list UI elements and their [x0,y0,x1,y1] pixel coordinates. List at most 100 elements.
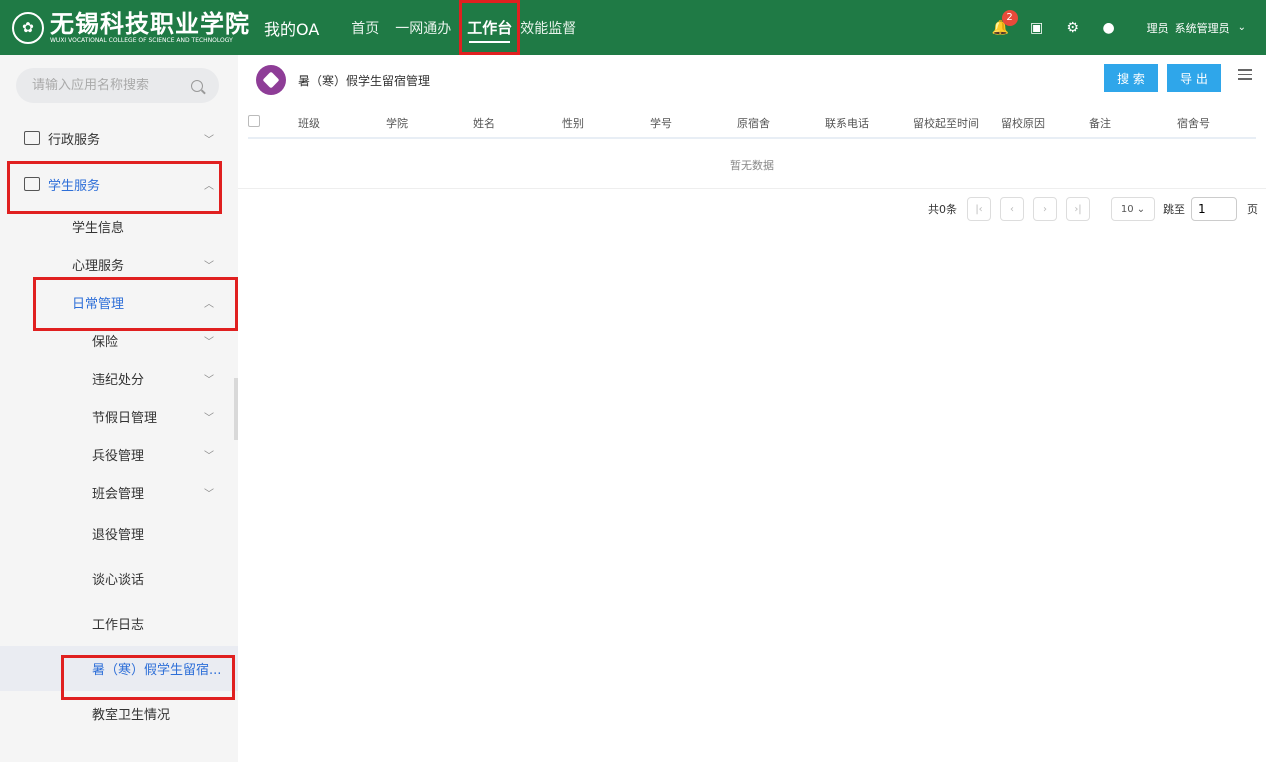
sidebar-item-vacation-stay[interactable]: 暑（寒）假学生留宿... [0,646,238,691]
sidebar-menu: 行政服务 ﹀ 学生服务 ︿ 学生信息 心理服务 ﹀ 日常管理 ︿ 保险 ﹀ 违纪… [0,115,238,736]
sidebar-item-label: 心理服务 [72,258,125,274]
sidebar-item-label: 违纪处分 [92,372,145,388]
col-dorm-no[interactable]: 宿舍号 [1177,115,1210,131]
sidebar-item-label: 谈心谈话 [92,573,145,588]
col-class[interactable]: 班级 [298,115,320,131]
sidebar-item-veteran[interactable]: 退役管理 [0,511,238,556]
user-name: 系统管理员 [1174,21,1230,35]
nav-home[interactable]: 首页 [343,0,387,55]
sidebar-item-label: 退役管理 [92,528,145,543]
sidebar-item-label: 学生服务 [48,178,101,194]
school-logo[interactable]: ✿ 无锡科技职业学院 WUXI VOCATIONAL COLLEGE OF SC… [12,8,252,45]
sidebar-item-class-meeting[interactable]: 班会管理 ﹀ [0,473,238,511]
col-name[interactable]: 姓名 [473,115,495,131]
top-nav: 我的OA 首页 一网通办 工作台 效能监督 [264,0,584,55]
gear-icon[interactable]: ⚙ [1064,19,1082,37]
prev-page-icon[interactable]: ‹ [1000,197,1024,221]
chevron-down-icon: ﹀ [204,336,214,348]
sidebar-item-daily-management[interactable]: 日常管理 ︿ [0,283,238,321]
page-title: 暑（寒）假学生留宿管理 [298,73,431,88]
search-icon[interactable] [191,79,203,92]
page-header: 暑（寒）假学生留宿管理 [256,65,430,95]
col-stay-reason[interactable]: 留校原因 [1001,115,1045,131]
sidebar-item-insurance[interactable]: 保险 ﹀ [0,321,238,359]
school-name: 无锡科技职业学院 WUXI VOCATIONAL COLLEGE OF SCIE… [50,8,250,45]
table-header: 班级 学院 姓名 性别 学号 原宿舍 联系电话 留校起至时间 留校原因 备注 宿… [248,103,1256,139]
notification-badge: 2 [1001,9,1018,26]
cube-icon [256,65,286,95]
chevron-up-icon: ︿ [204,180,214,192]
chevron-down-icon: ⌄ [1237,22,1246,33]
jump-label: 跳至 [1163,203,1185,216]
col-stay-period[interactable]: 留校起至时间 [913,115,979,131]
sidebar-item-student-service[interactable]: 学生服务 ︿ [0,161,238,207]
header-tools: 🔔 2 ▣ ⚙ ● 理员 系统管理员 ⌄ [983,0,1246,55]
sidebar-item-talk[interactable]: 谈心谈话 [0,556,238,601]
col-phone[interactable]: 联系电话 [825,115,869,131]
col-student-id[interactable]: 学号 [650,115,672,131]
more-icon[interactable]: ● [1100,19,1118,37]
sidebar-item-military[interactable]: 兵役管理 ﹀ [0,435,238,473]
sidebar: 行政服务 ﹀ 学生服务 ︿ 学生信息 心理服务 ﹀ 日常管理 ︿ 保险 ﹀ 违纪… [0,55,238,762]
page-size-select[interactable]: 10 ⌄ [1111,197,1155,221]
chevron-up-icon: ︿ [204,298,214,310]
school-name-cn: 无锡科技职业学院 [50,8,250,38]
nav-workbench[interactable]: 工作台 [459,0,521,55]
last-page-icon[interactable]: ›| [1066,197,1090,221]
app-search [16,68,219,103]
sidebar-item-label: 日常管理 [72,296,125,312]
first-page-icon[interactable]: |‹ [967,197,991,221]
col-orig-dorm[interactable]: 原宿舍 [737,115,770,131]
col-remark[interactable]: 备注 [1089,115,1111,131]
sidebar-item-discipline[interactable]: 违纪处分 ﹀ [0,359,238,397]
chevron-down-icon: ﹀ [204,134,214,146]
next-page-icon[interactable]: › [1033,197,1057,221]
chevron-down-icon: ﹀ [204,374,214,386]
chevron-down-icon: ﹀ [204,450,214,462]
sidebar-item-label: 节假日管理 [92,410,158,426]
sidebar-item-label: 班会管理 [92,486,145,502]
chevron-down-icon: ﹀ [204,412,214,424]
empty-state: 暂无数据 [238,141,1266,189]
sidebar-item-label: 学生信息 [72,220,125,236]
top-header: ✿ 无锡科技职业学院 WUXI VOCATIONAL COLLEGE OF SC… [0,0,1266,55]
sidebar-item-work-log[interactable]: 工作日志 [0,601,238,646]
list-settings-icon[interactable] [1238,69,1252,81]
id-card-icon [24,177,40,191]
school-seal-icon: ✿ [12,11,44,44]
select-all-checkbox[interactable] [248,115,260,127]
chevron-down-icon: ﹀ [204,488,214,500]
sidebar-item-label: 工作日志 [92,618,145,633]
col-gender[interactable]: 性别 [562,115,584,131]
sidebar-item-student-info[interactable]: 学生信息 [0,207,238,245]
bell-icon[interactable]: 🔔 2 [992,9,1018,37]
user-role: 理员 [1146,21,1169,35]
col-college[interactable]: 学院 [386,115,408,131]
page-unit: 页 [1247,203,1258,216]
briefcase-icon [24,131,40,145]
sidebar-item-admin-service[interactable]: 行政服务 ﹀ [0,115,238,161]
total-count: 共0条 [928,203,957,216]
search-button[interactable]: 搜 索 [1104,64,1158,92]
app-search-input[interactable] [32,78,182,93]
sidebar-item-label: 保险 [92,334,119,350]
export-button[interactable]: 导 出 [1167,64,1221,92]
page-size-value: 10 [1120,203,1134,215]
sidebar-item-holiday[interactable]: 节假日管理 ﹀ [0,397,238,435]
pagination: 共0条 |‹ ‹ › ›| 10 ⌄ 跳至 页 [928,197,1258,221]
school-name-en: WUXI VOCATIONAL COLLEGE OF SCIENCE AND T… [50,36,233,44]
my-oa-title: 我的OA [264,19,320,39]
sidebar-item-psych-service[interactable]: 心理服务 ﹀ [0,245,238,283]
sidebar-item-label: 兵役管理 [92,448,145,464]
nav-supervision[interactable]: 效能监督 [520,0,584,55]
sidebar-item-classroom-hygiene[interactable]: 教室卫生情况 [0,691,238,736]
sidebar-item-label: 暑（寒）假学生留宿... [92,663,222,678]
user-menu[interactable]: 理员 系统管理员 ⌄ [1147,20,1246,36]
sidebar-item-label: 教室卫生情况 [92,708,171,723]
contacts-icon[interactable]: ▣ [1028,19,1046,37]
nav-one-stop[interactable]: 一网通办 [387,0,459,55]
main-content: 暑（寒）假学生留宿管理 搜 索 导 出 班级 学院 姓名 性别 学号 原宿舍 联… [238,55,1266,762]
chevron-down-icon: ﹀ [204,260,214,272]
sidebar-item-label: 行政服务 [48,132,101,148]
page-jump-input[interactable] [1191,197,1237,221]
